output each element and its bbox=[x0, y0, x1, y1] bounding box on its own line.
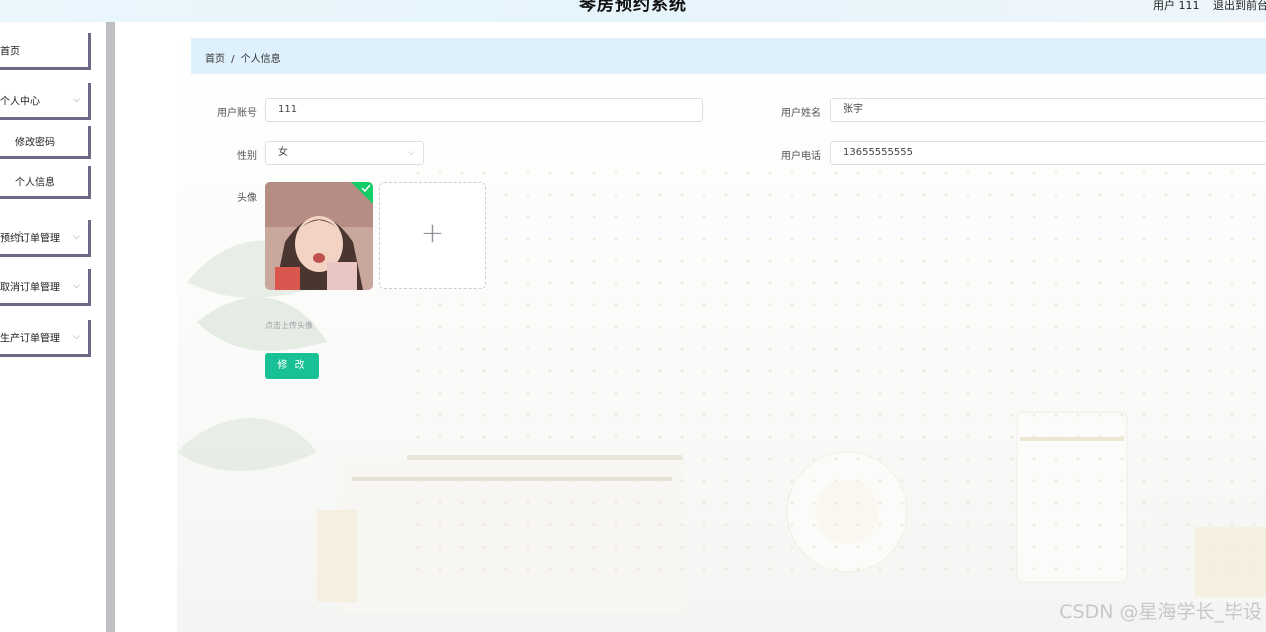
gender-select[interactable]: 女 ⌵ bbox=[265, 141, 424, 165]
phone-input[interactable]: 13655555555 bbox=[830, 141, 1266, 165]
top-header: 琴房预约系统 用户 111 退出到前台 bbox=[0, 0, 1266, 22]
upload-hint: 点击上传头像 bbox=[265, 321, 313, 330]
chevron-down-icon: ⌵ bbox=[408, 148, 415, 158]
sidebar-item-cancel-orders[interactable]: 取消订单管理 ⌵ bbox=[0, 269, 91, 306]
name-input[interactable]: 张宇 bbox=[830, 98, 1266, 122]
breadcrumb-home[interactable]: 首页 bbox=[205, 54, 225, 65]
breadcrumb: 首页 / 个人信息 bbox=[205, 50, 281, 65]
watermark: CSDN @星海学长_毕设 bbox=[1059, 601, 1262, 623]
name-label: 用户姓名 bbox=[781, 108, 821, 119]
dot-pattern bbox=[407, 162, 1266, 582]
gender-value: 女 bbox=[278, 147, 288, 158]
sidebar-item-label: 生产订单管理 bbox=[0, 333, 60, 345]
account-input[interactable]: 111 bbox=[265, 98, 703, 122]
user-area: 用户 111 退出到前台 bbox=[1143, 0, 1266, 13]
user-label: 用户 111 bbox=[1153, 0, 1200, 12]
chevron-down-icon: ⌵ bbox=[73, 95, 80, 105]
main-content: 首页 / 个人信息 用户账号 111 用户姓名 张宇 性别 女 ⌵ 用户电话 136… bbox=[115, 22, 1266, 632]
breadcrumb-separator: / bbox=[231, 54, 235, 65]
logout-link[interactable]: 退出到前台 bbox=[1213, 0, 1266, 12]
chevron-down-icon: ⌵ bbox=[73, 281, 80, 291]
submit-button[interactable]: 修 改 bbox=[265, 353, 319, 379]
sidebar-item-personal-center[interactable]: 个人中心 ⌵ bbox=[0, 83, 91, 120]
sidebar-item-change-password[interactable]: 修改密码 bbox=[0, 126, 91, 159]
breadcrumb-bar: 首页 / 个人信息 bbox=[191, 38, 1266, 74]
sidebar-item-label: 修改密码 bbox=[15, 137, 55, 149]
sidebar-item-label: 首页 bbox=[0, 46, 20, 58]
sidebar-item-label: 预约订单管理 bbox=[0, 233, 60, 245]
breadcrumb-current: 个人信息 bbox=[240, 54, 281, 65]
app-title: 琴房预约系统 bbox=[579, 0, 687, 15]
sidebar-item-label: 取消订单管理 bbox=[0, 282, 60, 294]
avatar-upload-button[interactable]: + bbox=[379, 182, 486, 289]
sidebar-scrollbar[interactable] bbox=[106, 22, 115, 632]
sidebar-item-label: 个人信息 bbox=[15, 177, 55, 189]
sidebar-item-production-orders[interactable]: 生产订单管理 ⌵ bbox=[0, 320, 91, 357]
sidebar-item-personal-info[interactable]: 个人信息 bbox=[0, 166, 91, 199]
avatar-label: 头像 bbox=[237, 193, 257, 204]
sidebar-item-home[interactable]: 首页 bbox=[0, 33, 91, 70]
chevron-down-icon: ⌵ bbox=[73, 232, 80, 242]
sidebar-item-label: 个人中心 bbox=[0, 96, 40, 108]
phone-label: 用户电话 bbox=[781, 151, 821, 162]
check-icon bbox=[351, 182, 373, 204]
chevron-down-icon: ⌵ bbox=[73, 332, 80, 342]
plus-icon: + bbox=[420, 216, 445, 249]
account-label: 用户账号 bbox=[217, 108, 257, 119]
gender-label: 性别 bbox=[237, 151, 257, 162]
mouse-cursor-icon: ☝ bbox=[14, 229, 23, 245]
avatar-thumbnail[interactable] bbox=[265, 182, 373, 290]
